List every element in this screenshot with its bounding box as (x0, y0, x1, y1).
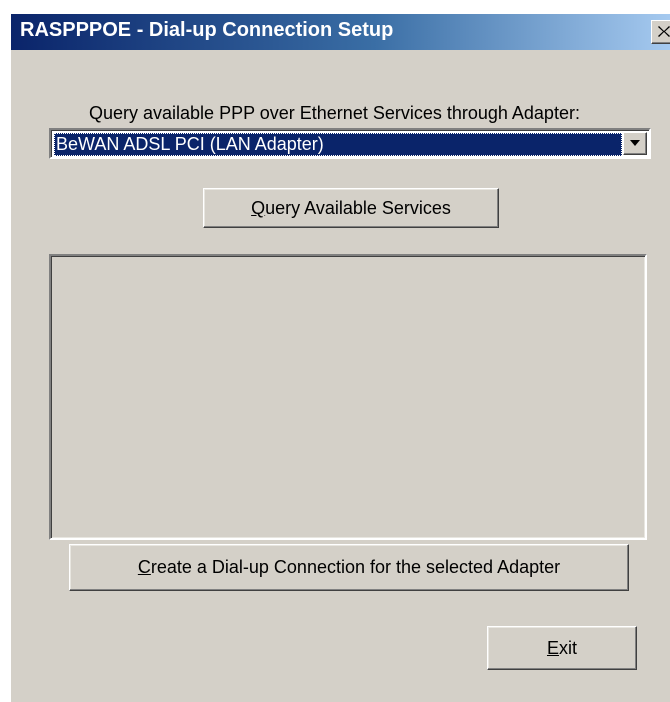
adapter-select[interactable]: BeWAN ADSL PCI (LAN Adapter) (49, 128, 651, 159)
exit-mnemonic: E (546, 638, 559, 658)
adapter-query-label: Query available PPP over Ethernet Servic… (89, 103, 580, 123)
create-dialup-connection-button[interactable]: Create a Dial-up Connection for the sele… (69, 544, 629, 591)
create-mnemonic: C (137, 557, 151, 577)
close-button[interactable] (651, 20, 670, 44)
dialog-window: RASPPPOE - Dial-up Connection Setup Quer… (10, 14, 670, 702)
query-mnemonic: Q (251, 198, 266, 218)
adapter-dropdown-button[interactable] (623, 132, 647, 155)
query-label: uery Available Services (265, 198, 451, 218)
exit-label: xit (559, 638, 577, 658)
create-label: reate a Dial-up Connection for the selec… (150, 557, 561, 577)
exit-button[interactable]: Exit (487, 626, 637, 670)
adapter-selected-value[interactable]: BeWAN ADSL PCI (LAN Adapter) (54, 133, 622, 156)
query-available-services-button[interactable]: Query Available Services (203, 188, 499, 228)
chevron-down-icon (630, 140, 640, 146)
window-title: RASPPPOE - Dial-up Connection Setup (20, 19, 394, 41)
available-services-list[interactable] (49, 254, 647, 540)
title-bar[interactable]: RASPPPOE - Dial-up Connection Setup (11, 14, 670, 50)
close-x-icon (658, 26, 670, 37)
